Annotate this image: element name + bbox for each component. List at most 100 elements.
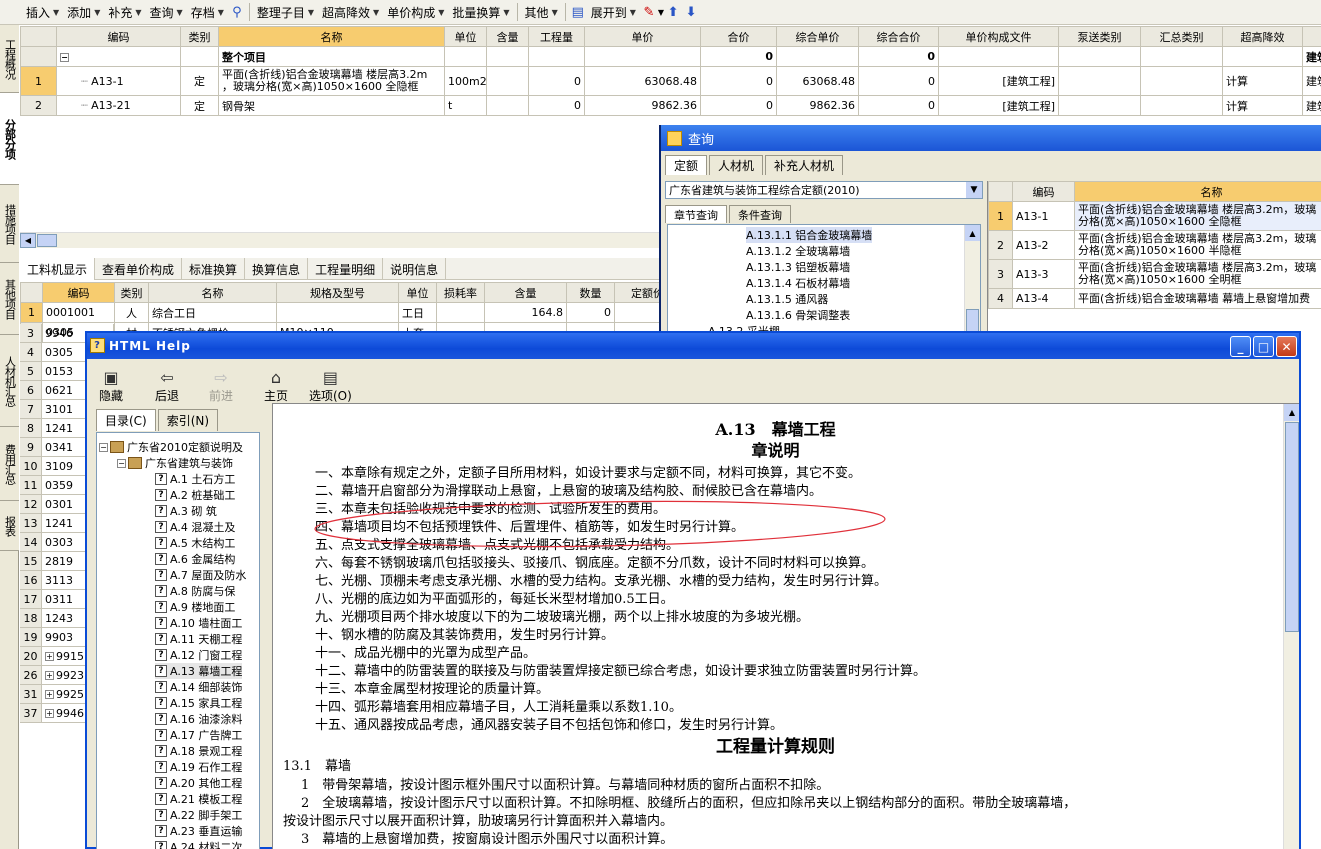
col-code[interactable]: 编码: [56, 26, 181, 47]
tab-materials-summary[interactable]: 人材机汇总: [0, 335, 19, 427]
tree-item[interactable]: ? A.13 幕墙工程: [155, 663, 243, 679]
expand-icon[interactable]: +: [45, 670, 54, 680]
query-menu[interactable]: 查询 ▼: [146, 2, 187, 23]
hide-button[interactable]: ▣ 隐藏: [99, 367, 123, 404]
content-scrollbar[interactable]: ▲: [1283, 404, 1299, 849]
batch-convert-menu[interactable]: 批量换算 ▼: [448, 2, 513, 23]
col-unit[interactable]: 单位: [444, 26, 487, 47]
tab-standard-conversion[interactable]: 标准换算: [182, 258, 246, 280]
move-down-icon[interactable]: ⬇: [682, 3, 700, 21]
tree-item[interactable]: A.13.1.4 石板材幕墙: [746, 275, 850, 291]
chevron-down-icon[interactable]: ▼: [966, 182, 982, 198]
main-horizontal-scrollbar[interactable]: ◀: [20, 232, 660, 248]
tab-description-info[interactable]: 说明信息: [383, 258, 447, 280]
col-summary-type[interactable]: 汇总类别: [1140, 26, 1223, 47]
table-row[interactable]: 3 A13-3 平面(含折线)铝合金玻璃幕墙 楼层高3.2m，玻璃 分格(宽×高)10…: [988, 259, 1321, 289]
tree-item[interactable]: ? A.11 天棚工程: [155, 631, 242, 647]
tree-item[interactable]: ? A.16 油漆涂料: [155, 711, 242, 727]
tree-item[interactable]: ? A.18 景观工程: [155, 743, 242, 759]
table-row[interactable]: 2 ┈ A13-21 定 钢骨架 t 0 9862.36 0 9862.36 0…: [20, 95, 1321, 116]
tab-conversion-info[interactable]: 换算信息: [245, 258, 309, 280]
tree-item[interactable]: ? A.3 砌 筑: [155, 503, 217, 519]
expand-to-menu[interactable]: 展开到 ▼: [587, 2, 640, 23]
tab-quota[interactable]: 定额: [665, 155, 708, 175]
minimize-button[interactable]: _: [1230, 336, 1251, 357]
scroll-left-icon[interactable]: ◀: [20, 233, 36, 248]
tree-item[interactable]: ? A.24 材料二次: [155, 839, 242, 849]
add-menu[interactable]: 添加 ▼: [63, 2, 104, 23]
paint-icon[interactable]: ✎: [640, 3, 658, 21]
col-quota-price[interactable]: 定额价: [614, 282, 660, 303]
tab-quantity-detail[interactable]: 工程量明细: [308, 258, 384, 280]
col-name[interactable]: 名称: [148, 282, 277, 303]
col-code[interactable]: 编码: [1012, 181, 1075, 202]
price-composition-menu[interactable]: 单价构成 ▼: [383, 2, 448, 23]
tab-fee-summary[interactable]: 费用汇总: [0, 427, 19, 501]
tree-item[interactable]: ? A.23 垂直运输: [155, 823, 242, 839]
tab-division-items[interactable]: 分部分项: [0, 93, 19, 185]
tree-item-root[interactable]: − 广东省2010定额说明及: [99, 439, 243, 455]
tree-item[interactable]: ? A.4 混凝土及: [155, 519, 235, 535]
col-spec[interactable]: 规格及型号: [276, 282, 399, 303]
tree-item-sub[interactable]: − 广东省建筑与装饰: [117, 455, 233, 471]
help-titlebar[interactable]: ? HTML Help: [87, 333, 1299, 359]
tree-item[interactable]: A.13.1.2 全玻璃幕墙: [746, 243, 850, 259]
table-row-total[interactable]: − 整个项目 0 0 建筑物: [20, 46, 1321, 67]
col-code[interactable]: 编码: [42, 282, 115, 303]
options-button[interactable]: ▤ 选项(O): [309, 367, 352, 404]
tree-item[interactable]: ? A.14 细部装饰: [155, 679, 242, 695]
table-row[interactable]: 1 0001001 人 综合工日 工日 164.8 0: [20, 302, 660, 323]
scroll-thumb[interactable]: [1285, 422, 1299, 632]
tree-item[interactable]: ? A.10 墙柱面工: [155, 615, 242, 631]
col-composite-total[interactable]: 综合合价: [858, 26, 939, 47]
col-overheight[interactable]: 超高降效: [1222, 26, 1303, 47]
overheight-menu[interactable]: 超高降效 ▼: [318, 2, 383, 23]
supplement-menu[interactable]: 补充 ▼: [104, 2, 145, 23]
scroll-thumb[interactable]: [37, 234, 57, 247]
tree-item[interactable]: A.13.1.1 铝合金玻璃幕墙: [746, 227, 873, 243]
col-price-file[interactable]: 单价构成文件: [938, 26, 1059, 47]
tree-item[interactable]: ? A.7 屋面及防水: [155, 567, 246, 583]
tree-item[interactable]: ? A.17 广告牌工: [155, 727, 242, 743]
tab-condition-query[interactable]: 条件查询: [729, 205, 791, 223]
tab-project-overview[interactable]: 工程概况: [0, 25, 19, 93]
home-button[interactable]: ⌂ 主页: [264, 367, 288, 404]
tree-item[interactable]: ? A.22 脚手架工: [155, 807, 242, 823]
tree-item[interactable]: ? A.15 家具工程: [155, 695, 242, 711]
expand-icon[interactable]: +: [45, 708, 54, 718]
close-button[interactable]: ✕: [1276, 336, 1297, 357]
tab-materials-display[interactable]: 工料机显示: [20, 258, 96, 280]
tree-item[interactable]: A.13.1.5 通风器: [746, 291, 828, 307]
col-type[interactable]: 类别: [180, 26, 219, 47]
organize-menu[interactable]: 整理子目 ▼: [253, 2, 318, 23]
tab-supplementary-materials[interactable]: 补充人材机: [765, 155, 844, 175]
tree-item[interactable]: ? A.9 楼地面工: [155, 599, 235, 615]
back-button[interactable]: ⇦ 后退: [155, 367, 179, 404]
col-content[interactable]: 含量: [486, 26, 529, 47]
tab-measures[interactable]: 措施项目: [0, 185, 19, 263]
table-row[interactable]: 4 A13-4 平面(含折线)铝合金玻璃幕墙 幕墙上悬窗增加费: [988, 288, 1321, 309]
forward-button[interactable]: ⇨ 前进: [209, 367, 233, 404]
tab-chapter-query[interactable]: 章节查询: [665, 205, 727, 223]
col-qty[interactable]: 数量: [566, 282, 615, 303]
table-row[interactable]: 2 A13-2 平面(含折线)铝合金玻璃幕墙 楼层高3.2m，玻璃 分格(宽×高)10…: [988, 230, 1321, 260]
tab-other-items[interactable]: 其他项目: [0, 263, 19, 335]
tab-contents[interactable]: 目录(C): [96, 409, 156, 431]
col-unit[interactable]: 单位: [398, 282, 437, 303]
col-price[interactable]: 单价: [584, 26, 701, 47]
other-menu[interactable]: 其他 ▼: [521, 2, 562, 23]
col-type[interactable]: 类别: [114, 282, 149, 303]
table-row[interactable]: 1 ┈ A13-1 定 平面(含折线)铝合金玻璃幕墙 楼层高3.2m ，玻璃分格(…: [20, 66, 1321, 96]
binoculars-icon[interactable]: ⚲: [228, 3, 246, 21]
tab-reports[interactable]: 报表: [0, 501, 19, 551]
query-titlebar[interactable]: 查询: [661, 125, 1321, 151]
tree-item[interactable]: ? A.8 防腐与保: [155, 583, 235, 599]
col-pump-type[interactable]: 泵送类别: [1058, 26, 1141, 47]
tree-item[interactable]: ? A.6 金属结构: [155, 551, 235, 567]
tree-item[interactable]: A.13.1.6 骨架调整表: [746, 307, 850, 323]
tree-item[interactable]: ? A.20 其他工程: [155, 775, 242, 791]
col-total[interactable]: 合价: [700, 26, 777, 47]
tree-item[interactable]: ? A.5 木结构工: [155, 535, 235, 551]
quota-dropdown[interactable]: 广东省建筑与装饰工程综合定额(2010) ▼: [665, 181, 983, 199]
tab-price-composition[interactable]: 查看单价构成: [95, 258, 183, 280]
